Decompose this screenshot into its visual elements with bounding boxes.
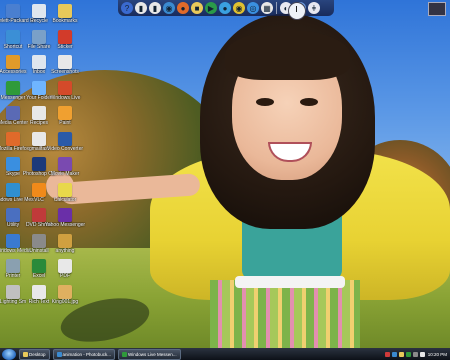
quick-launch-separator <box>276 2 277 14</box>
monitor-gadget-icon[interactable] <box>428 2 446 16</box>
taskbar: Desktop animation - Photobuck... Windows L… <box>0 348 450 360</box>
desktop-icon-image <box>58 55 72 69</box>
desktop-icon-label: PDF <box>60 273 70 279</box>
taskbar-app-icon <box>23 351 28 357</box>
desktop-icon[interactable]: Paint <box>44 106 86 126</box>
document-icon[interactable]: ▮ <box>149 2 161 14</box>
desktop-icon-image <box>58 4 72 18</box>
desktop-icon-label: Calculator <box>53 196 77 203</box>
girl-bangs <box>225 30 350 80</box>
help-icon[interactable]: ? <box>121 2 133 14</box>
desktop-icon-label: King001.jpg <box>51 298 79 305</box>
tray-clock[interactable]: 10:20 PM <box>428 352 447 357</box>
taskbar-buttons: Desktop animation - Photobuck... Windows L… <box>16 348 181 360</box>
desktop-icon-image <box>58 29 72 44</box>
tray-icon[interactable] <box>391 351 397 357</box>
firefox-icon[interactable]: ● <box>177 2 189 14</box>
taskbar-button-label: Desktop <box>29 351 46 357</box>
system-tray: 10:20 PM <box>383 349 450 359</box>
desktop-icon[interactable]: Calculator <box>44 182 86 203</box>
desktop-icon[interactable]: Windows Live <box>44 80 86 101</box>
desktop-icon-image <box>58 182 72 197</box>
tray-icon[interactable] <box>405 351 411 357</box>
desktop-icon[interactable]: King001.jpg <box>44 284 86 305</box>
desktop-icon-label: Windows Live <box>49 94 81 101</box>
desktop-icon[interactable]: Movie Maker <box>44 157 86 177</box>
tray-icon[interactable] <box>398 351 404 357</box>
taskbar-button[interactable]: Desktop <box>19 348 50 360</box>
chrome-icon[interactable]: ◉ <box>233 2 245 14</box>
calendar-icon[interactable]: ▦ <box>261 2 273 14</box>
desktop-icon-label: Yahoo Messenger <box>44 222 86 228</box>
desktop-icon-label: Paint <box>59 120 71 126</box>
desktop-icon-image <box>58 157 72 171</box>
girl-eye-left <box>256 98 274 106</box>
girl-eye-right <box>300 98 318 106</box>
desktop-icon[interactable]: Bookmarks <box>44 4 86 24</box>
tray-icon[interactable] <box>384 351 390 357</box>
chat-icon[interactable]: ● <box>219 2 231 14</box>
taskbar-app-icon <box>56 351 62 357</box>
desktop-icon-label: Movie Maker <box>50 171 80 177</box>
taskbar-button-label: animation - Photobuck... <box>62 351 112 357</box>
tray-icon[interactable] <box>419 351 425 357</box>
key-icon[interactable]: ǂ <box>308 2 320 14</box>
desktop-icon-label: Sticker <box>57 43 73 50</box>
desktop-icons: Hewlett-Packard UtilityRecycleBookmarksS… <box>0 0 90 348</box>
desktop-icon-label: Bookmarks <box>52 18 78 24</box>
desktop-icon[interactable]: Screenshots <box>44 55 86 75</box>
media-icon[interactable]: ▶ <box>205 2 217 14</box>
tray-icon[interactable] <box>412 351 418 357</box>
taskbar-button[interactable]: Windows Live Messen... <box>118 348 181 360</box>
desktop-icon-image <box>58 233 72 248</box>
taskbar-button-label: Windows Live Messen... <box>128 351 177 357</box>
desktop-icon-label: Video Converter <box>46 145 84 152</box>
desktop-icon-label: Screenshots <box>51 69 79 75</box>
folder-icon[interactable]: ■ <box>191 2 203 14</box>
desktop-icon-image <box>58 131 72 146</box>
desktop-icon-image <box>58 259 72 273</box>
network-icon[interactable]: ◎ <box>247 2 259 14</box>
desktop-icon-image <box>58 106 72 120</box>
desktop-icon[interactable]: PDF <box>44 259 86 279</box>
desktop-icon-image <box>58 284 72 299</box>
desktop-icon-image <box>58 208 72 222</box>
globe-icon[interactable]: ◉ <box>163 2 175 14</box>
desktop-icon[interactable]: Sticker <box>44 29 86 50</box>
desktop-icon[interactable]: Video Converter <box>44 131 86 152</box>
desktop-icon[interactable]: anything <box>44 233 86 254</box>
desktop-icon-label: anything <box>55 247 75 254</box>
taskbar-app-icon <box>122 351 128 357</box>
desktop-icon-image <box>58 80 72 95</box>
desktop-icon[interactable]: Yahoo Messenger <box>44 208 86 228</box>
document-icon[interactable]: ▮ <box>135 2 147 14</box>
girl-belt <box>235 276 345 288</box>
taskbar-button[interactable]: animation - Photobuck... <box>52 348 116 360</box>
start-button[interactable] <box>2 348 16 360</box>
clock-gadget[interactable] <box>288 2 306 20</box>
girl-skirt <box>210 280 360 348</box>
